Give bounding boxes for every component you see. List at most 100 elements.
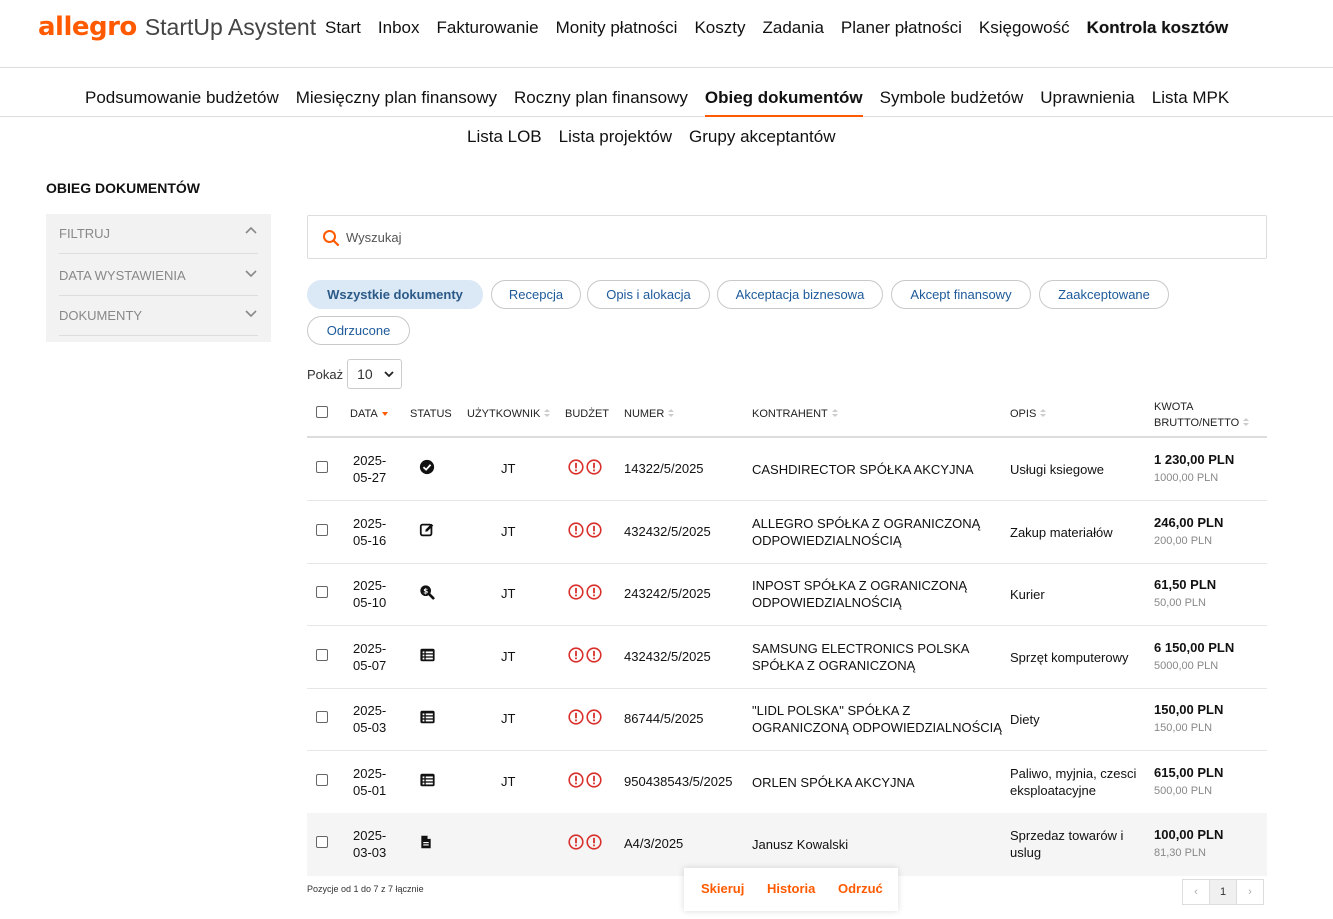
row-checkbox[interactable] — [316, 773, 328, 789]
main-nav: Start Inbox Fakturowanie Monity płatnośc… — [325, 18, 1245, 38]
row-checkbox[interactable] — [316, 836, 328, 851]
warning-icon — [568, 771, 584, 790]
warning-icon — [586, 771, 602, 790]
budget-warning-icons — [568, 709, 602, 727]
warning-icon — [586, 521, 602, 540]
page-title: OBIEG DOKUMENTÓW — [46, 180, 200, 196]
check-circle-icon — [419, 459, 439, 477]
column-number[interactable]: NUMER — [624, 408, 675, 420]
nav-planer[interactable]: Planer płatności — [841, 18, 962, 38]
document-icon — [419, 834, 439, 852]
row-date: 2025- 05-01 — [353, 765, 387, 798]
row-date: 2025- 03-03 — [353, 828, 387, 860]
nav-koszty[interactable]: Koszty — [694, 18, 745, 38]
row-contractor: INPOST SPÓŁKA Z OGRANICZONĄ ODPOWIEDZIAL… — [752, 578, 968, 610]
nav-ksiegowosc[interactable]: Księgowość — [979, 18, 1070, 38]
row-user: JT — [501, 523, 516, 539]
list-icon — [419, 709, 439, 727]
budget-warning-icons — [568, 584, 602, 602]
chevron-down-icon — [384, 371, 394, 378]
chip-recepcja[interactable]: Recepcja — [491, 280, 581, 309]
next-page-button[interactable]: › — [1236, 879, 1264, 905]
chip-akceptacja-biznesowa[interactable]: Akceptacja biznesowa — [717, 280, 883, 309]
nav-monity[interactable]: Monity płatności — [556, 18, 678, 38]
row-gross: 615,00 PLN — [1154, 764, 1224, 780]
column-amount[interactable]: KWOTA BRUTTO/NETTO — [1154, 399, 1250, 431]
row-amount: 150,00 PLN 150,00 PLN — [1154, 702, 1223, 734]
row-net: 500,00 PLN — [1154, 784, 1213, 797]
table-row[interactable]: 2025- 05-27 JT 14322/5/2025 CASHDIRECTOR SPÓ… — [307, 438, 1267, 501]
tab-grupy-akceptantow[interactable]: Grupy akceptantów — [689, 127, 835, 153]
filter-date[interactable]: DATA WYSTAWIENIA — [59, 256, 258, 296]
chip-all-documents[interactable]: Wszystkie dokumenty — [307, 280, 483, 309]
warning-icon — [568, 709, 584, 727]
chip-odrzucone[interactable]: Odrzucone — [307, 316, 410, 345]
tab-symbole-budzetow[interactable]: Symbole budżetów — [880, 88, 1024, 114]
nav-inbox[interactable]: Inbox — [378, 18, 420, 38]
skieruj-button[interactable]: Skieruj — [701, 881, 744, 896]
svg-text:$: $ — [423, 586, 428, 595]
tab-miesieczny-plan[interactable]: Miesięczny plan finansowy — [296, 88, 497, 114]
nav-kontrola-kosztow[interactable]: Kontrola kosztów — [1087, 18, 1229, 38]
row-checkbox[interactable] — [316, 648, 328, 664]
row-description: Usługi ksiegowe — [1010, 462, 1104, 477]
table-row[interactable]: 2025- 03-03 A4/3/2025 Janusz Kowalski Sprzed… — [307, 813, 1267, 876]
row-description: Kurier — [1010, 587, 1045, 602]
chip-zaakceptowane[interactable]: Zaakceptowane — [1039, 280, 1169, 309]
table-row[interactable]: 2025- 05-03 JT 86744/5/2025 "LIDL POLSKA" SP… — [307, 688, 1267, 751]
warning-icon — [568, 834, 584, 852]
tab-lista-mpk[interactable]: Lista MPK — [1152, 88, 1229, 114]
budget-warning-icons — [568, 834, 602, 852]
row-checkbox[interactable] — [316, 523, 328, 539]
nav-zadania[interactable]: Zadania — [762, 18, 823, 38]
table-row[interactable]: 2025- 05-16 JT 432432/5/2025 ALLEGRO SPÓŁKA … — [307, 501, 1267, 564]
column-contractor[interactable]: KONTRAHENT — [752, 408, 839, 420]
tab-podsumowanie-budzetow[interactable]: Podsumowanie budżetów — [85, 88, 279, 114]
chevron-down-icon — [245, 310, 257, 318]
row-amount: 615,00 PLN 500,00 PLN — [1154, 765, 1223, 797]
tab-roczny-plan[interactable]: Roczny plan finansowy — [514, 88, 688, 114]
logo[interactable]: allegro StartUp Asystent — [38, 12, 316, 42]
table-row[interactable]: 2025- 05-07 JT 432432/5/2025 SAMSUNG ELECTRO… — [307, 626, 1267, 689]
table-row[interactable]: 2025- 05-01 JT 950438543/5/2025 ORLEN SPÓŁKA… — [307, 751, 1267, 814]
warning-icon — [568, 521, 584, 540]
column-description[interactable]: OPIS — [1010, 408, 1047, 420]
row-description: Zakup materiałów — [1010, 524, 1113, 540]
chip-akcept-finansowy[interactable]: Akcept finansowy — [891, 280, 1031, 309]
warning-icon — [568, 646, 584, 665]
row-checkbox[interactable] — [316, 711, 328, 726]
historia-button[interactable]: Historia — [767, 881, 815, 896]
row-net: 81,30 PLN — [1154, 847, 1206, 859]
page-size-row: Pokaż 10 — [307, 359, 403, 389]
filter-documents[interactable]: DOKUMENTY — [59, 296, 258, 336]
table-row[interactable]: 2025- 05-10 $ JT 243242/5/2025 INPOST SPÓŁKA … — [307, 563, 1267, 626]
search-input[interactable] — [346, 226, 1246, 248]
row-gross: 150,00 PLN — [1154, 702, 1224, 717]
page-size-select[interactable]: 10 — [347, 359, 403, 389]
tab-uprawnienia[interactable]: Uprawnienia — [1040, 88, 1135, 114]
page-1-button[interactable]: 1 — [1209, 879, 1237, 905]
row-number: A4/3/2025 — [624, 836, 684, 851]
nav-fakturowanie[interactable]: Fakturowanie — [437, 18, 539, 38]
column-date[interactable]: DATA — [350, 408, 389, 420]
row-net: 5000,00 PLN — [1154, 659, 1219, 672]
tab-lista-lob[interactable]: Lista LOB — [467, 127, 542, 153]
nav-start[interactable]: Start — [325, 18, 361, 38]
row-checkbox[interactable] — [316, 461, 328, 476]
search-box — [307, 215, 1267, 259]
filter-header-label: FILTRUJ — [59, 226, 111, 241]
row-checkbox[interactable] — [316, 586, 328, 601]
filter-header[interactable]: FILTRUJ — [59, 214, 258, 254]
select-all-checkbox[interactable] — [316, 406, 328, 421]
column-amount-label-2: BRUTTO/NETTO — [1154, 417, 1240, 429]
chip-opis-alokacja[interactable]: Opis i alokacja — [587, 280, 710, 309]
odrzuc-button[interactable]: Odrzuć — [838, 881, 883, 896]
sort-icon — [544, 409, 551, 417]
column-user[interactable]: UŻYTKOWNIK — [467, 408, 551, 420]
tab-lista-projektow[interactable]: Lista projektów — [559, 127, 672, 153]
row-number: 432432/5/2025 — [624, 648, 711, 664]
row-user: JT — [501, 711, 516, 726]
prev-page-button[interactable]: ‹ — [1182, 879, 1210, 905]
row-net: 150,00 PLN — [1154, 722, 1213, 734]
tab-obieg-dokumentow[interactable]: Obieg dokumentów — [704, 88, 863, 117]
